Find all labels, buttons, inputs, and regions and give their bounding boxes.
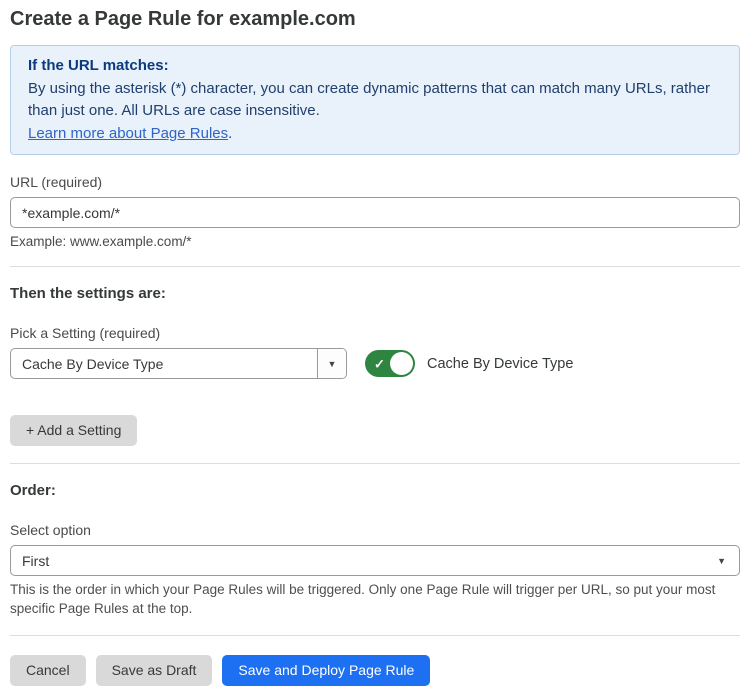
- order-select-label: Select option: [10, 523, 740, 538]
- divider: [10, 463, 740, 464]
- save-as-draft-button[interactable]: Save as Draft: [96, 655, 213, 686]
- divider: [10, 266, 740, 267]
- order-select-value: First: [11, 553, 49, 569]
- chevron-down-icon[interactable]: ▼: [317, 349, 346, 378]
- create-page-rule-form: Create a Page Rule for example.com If th…: [0, 0, 750, 686]
- info-box-heading: If the URL matches:: [28, 55, 722, 78]
- cancel-button[interactable]: Cancel: [10, 655, 86, 686]
- toggle-label: Cache By Device Type: [427, 356, 573, 372]
- setting-select[interactable]: Cache By Device Type ▼: [10, 348, 347, 379]
- learn-more-link[interactable]: Learn more about Page Rules: [28, 125, 228, 142]
- link-suffix: .: [228, 125, 232, 142]
- settings-section-heading: Then the settings are:: [10, 286, 740, 302]
- order-help-text: This is the order in which your Page Rul…: [10, 581, 740, 618]
- divider: [10, 635, 740, 636]
- cache-by-device-type-toggle[interactable]: ✓: [365, 350, 415, 377]
- order-section-heading: Order:: [10, 483, 740, 499]
- url-example-hint: Example: www.example.com/*: [10, 235, 740, 249]
- check-icon: ✓: [374, 357, 385, 370]
- chevron-down-icon: ▼: [717, 556, 739, 566]
- url-label: URL (required): [10, 175, 740, 190]
- info-box-link-line: Learn more about Page Rules.: [28, 123, 722, 146]
- url-match-info-box: If the URL matches: By using the asteris…: [10, 45, 740, 155]
- form-actions: Cancel Save as Draft Save and Deploy Pag…: [10, 655, 740, 686]
- add-setting-button[interactable]: + Add a Setting: [10, 415, 137, 446]
- save-and-deploy-button[interactable]: Save and Deploy Page Rule: [222, 655, 430, 686]
- url-input[interactable]: [10, 197, 740, 228]
- order-select[interactable]: First ▼: [10, 545, 740, 576]
- page-title: Create a Page Rule for example.com: [10, 8, 740, 30]
- setting-row: Cache By Device Type ▼ ✓ Cache By Device…: [10, 348, 740, 379]
- toggle-knob: [390, 352, 413, 375]
- setting-select-value: Cache By Device Type: [11, 356, 163, 372]
- pick-setting-label: Pick a Setting (required): [10, 326, 740, 341]
- info-box-body: By using the asterisk (*) character, you…: [28, 78, 722, 123]
